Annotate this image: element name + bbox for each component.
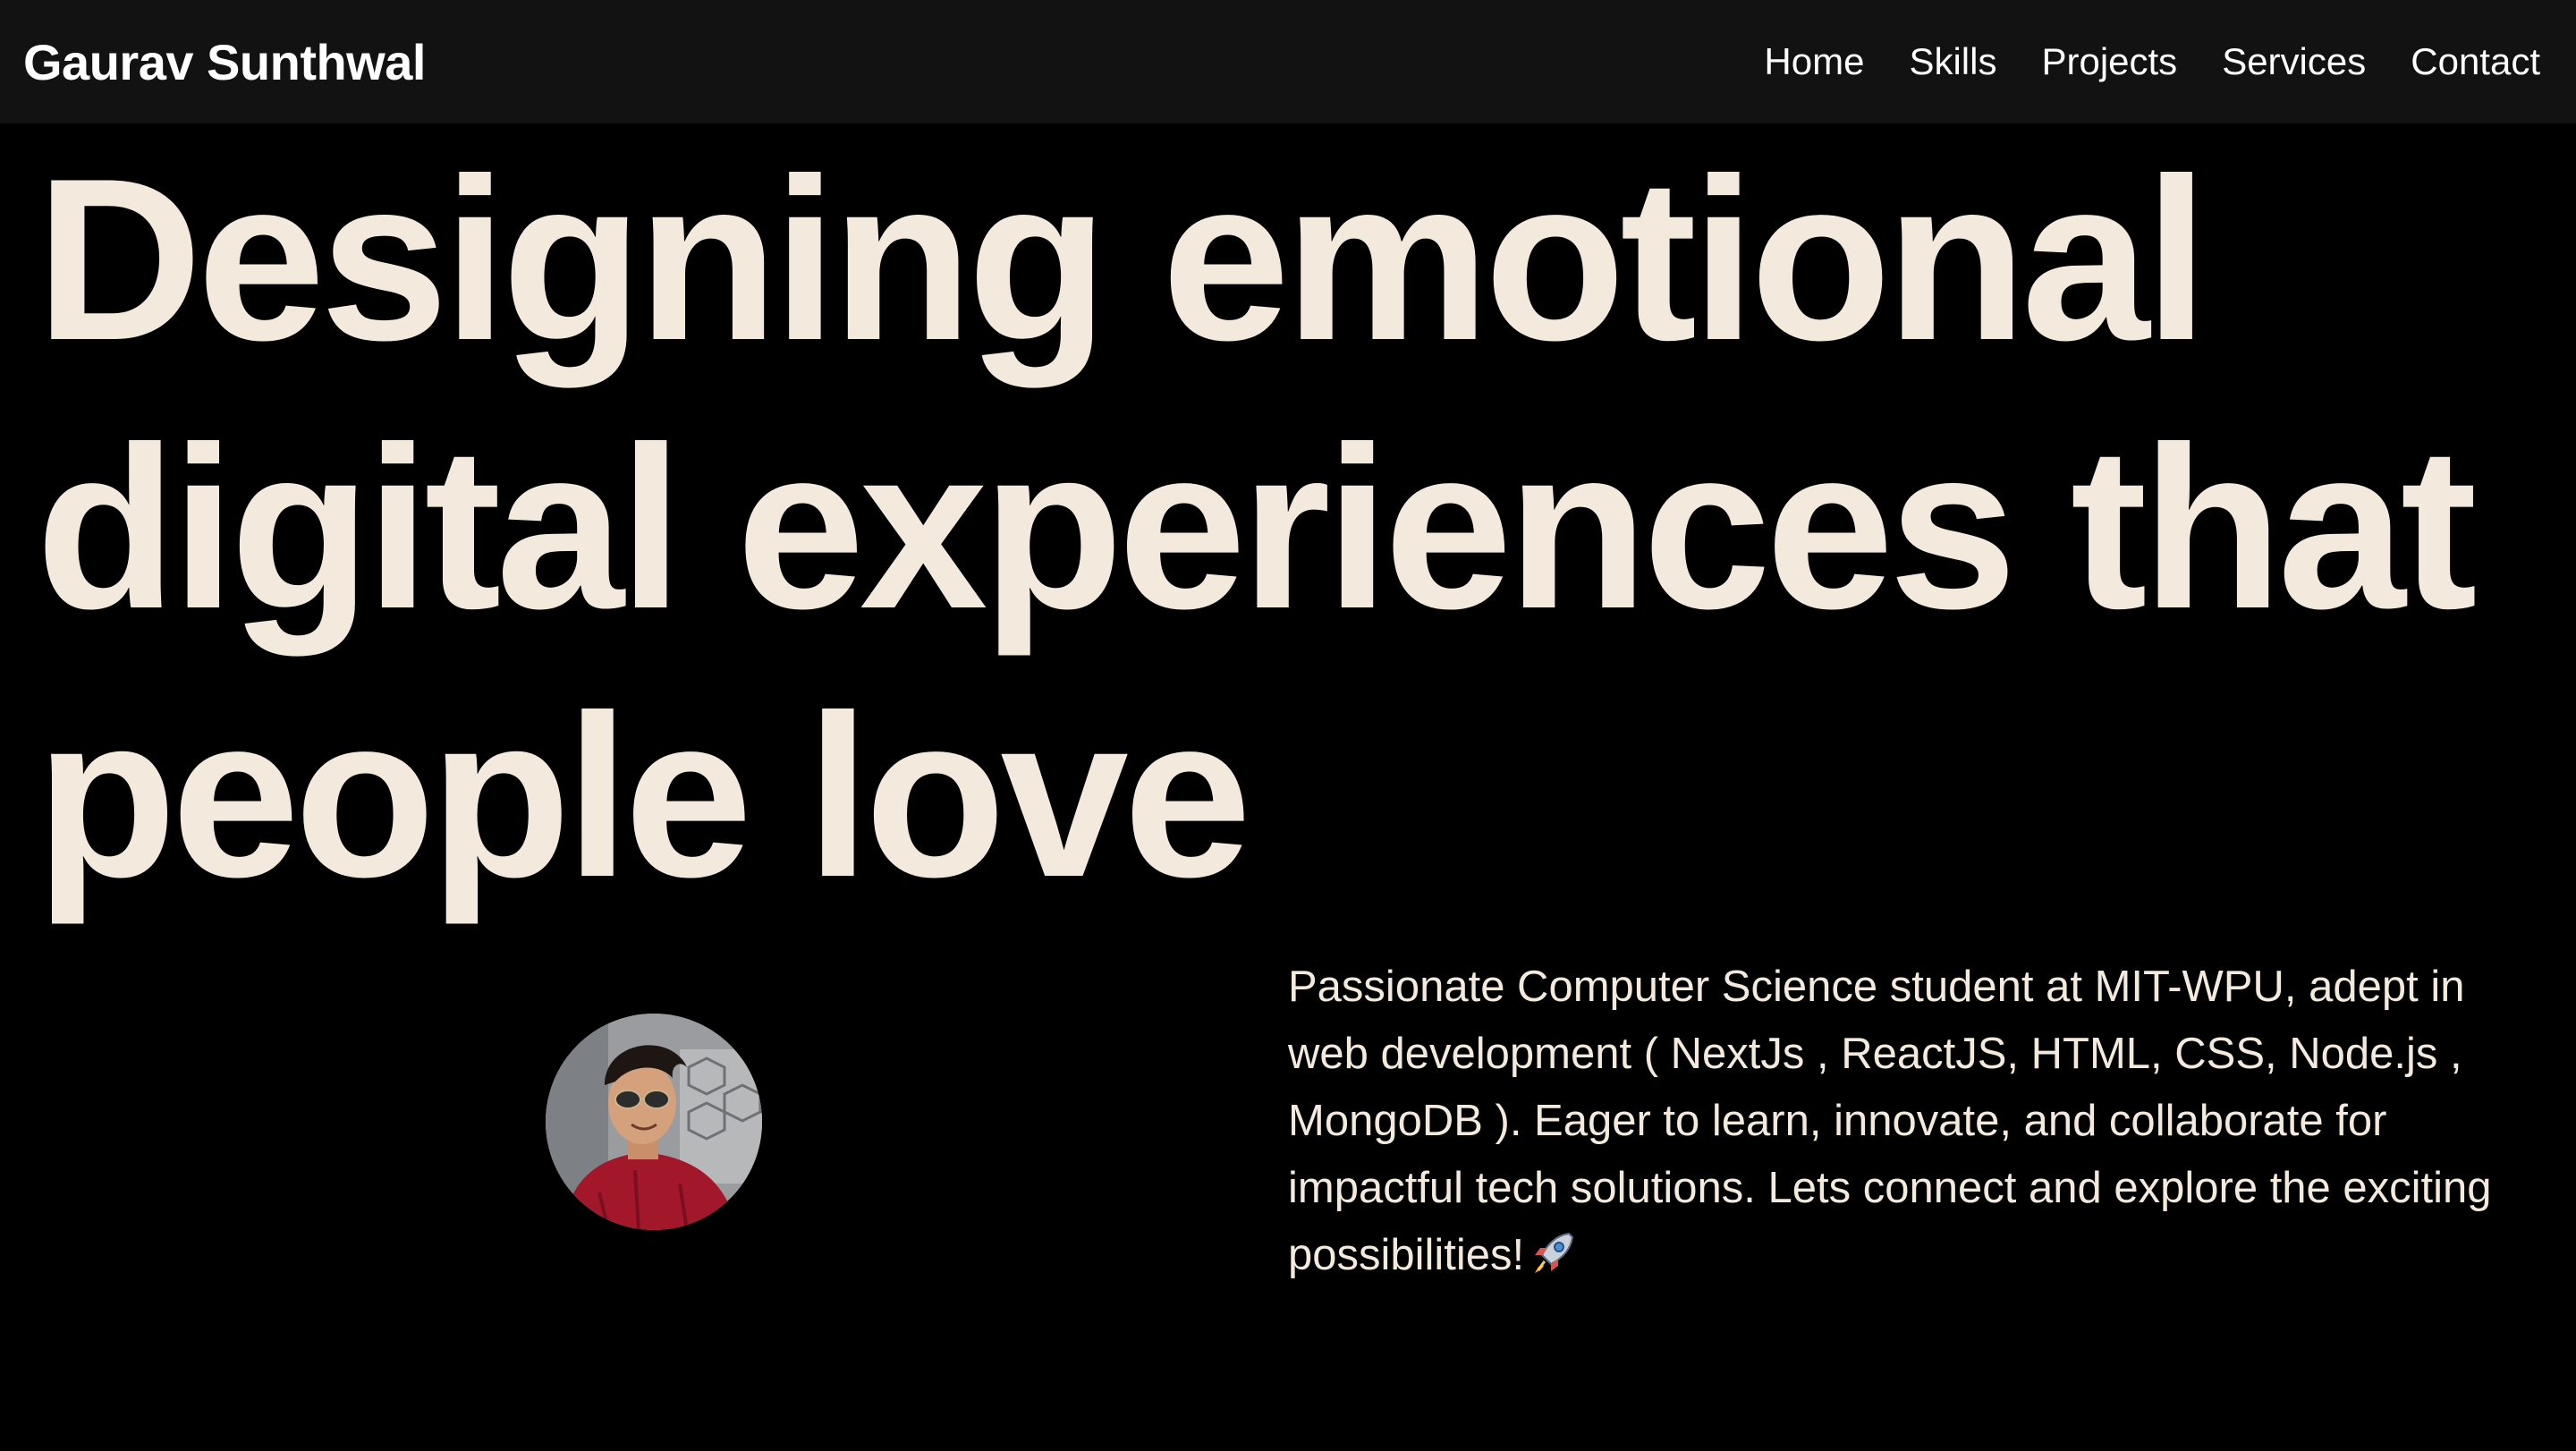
nav-link-projects[interactable]: Projects <box>2041 40 2177 83</box>
nav-link-services[interactable]: Services <box>2222 40 2366 83</box>
nav-link-contact[interactable]: Contact <box>2411 40 2540 83</box>
nav-link-home[interactable]: Home <box>1764 40 1864 83</box>
avatar <box>546 1014 762 1230</box>
navbar: Gaurav Sunthwal Home Skills Projects Ser… <box>0 0 2576 123</box>
brand-name[interactable]: Gaurav Sunthwal <box>23 33 426 91</box>
rocket-icon <box>1530 1228 1578 1277</box>
about-description: Passionate Computer Science student at M… <box>1288 954 2540 1289</box>
nav-link-skills[interactable]: Skills <box>1909 40 1996 83</box>
about-text: Passionate Computer Science student at M… <box>1288 963 2492 1279</box>
avatar-photo <box>546 1014 762 1230</box>
nav-links: Home Skills Projects Services Contact <box>1764 40 2540 83</box>
hero-title: Designing emotional digital experiences … <box>36 130 2478 925</box>
